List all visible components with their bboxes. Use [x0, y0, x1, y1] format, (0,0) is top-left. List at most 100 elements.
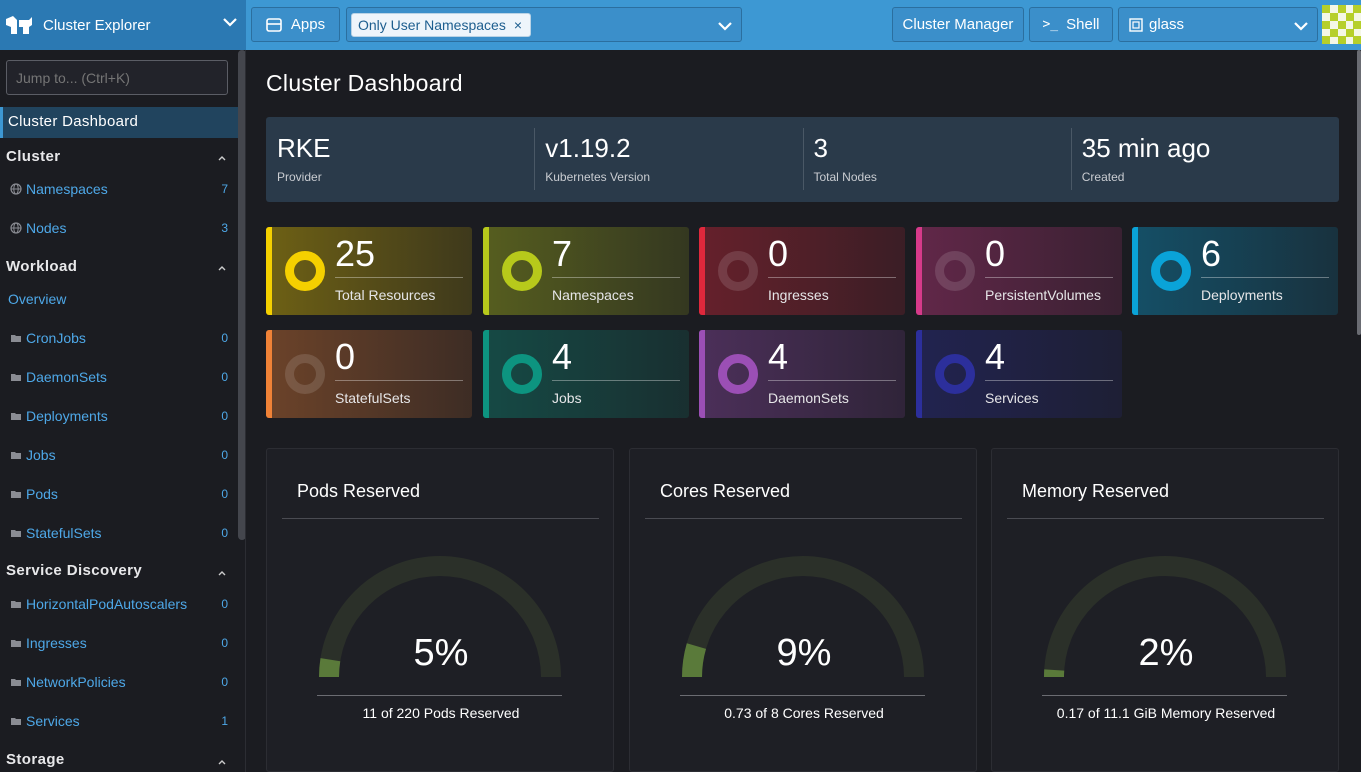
gauge-title: Cores Reserved	[660, 481, 791, 501]
sidebar-item-deployments[interactable]: Deployments 0	[10, 406, 232, 426]
sidebar-item-label: Jobs	[26, 447, 56, 463]
sidebar-item-count: 0	[221, 331, 228, 345]
tile-accent-bar	[266, 227, 272, 315]
folder-icon	[11, 335, 21, 342]
user-avatar[interactable]	[1322, 5, 1361, 44]
tile-divider	[335, 277, 463, 278]
tile-label: Services	[985, 390, 1039, 406]
tile-count: 4	[985, 336, 1006, 377]
sidebar-item-cronjobs[interactable]: CronJobs 0	[10, 328, 232, 348]
chevron-up-icon[interactable]	[217, 568, 227, 578]
chevron-up-icon[interactable]	[217, 153, 227, 163]
sidebar-item-namespaces[interactable]: Namespaces 7	[10, 179, 232, 199]
sidebar-item-jobs[interactable]: Jobs 0	[10, 445, 232, 465]
tile-accent-bar	[266, 330, 272, 418]
cluster-manager-label: Cluster Manager	[902, 16, 1014, 33]
sidebar-item-statefulsets[interactable]: StatefulSets 0	[10, 523, 232, 543]
tile-services[interactable]: 4 Services	[916, 330, 1122, 418]
apps-label: Apps	[290, 16, 326, 33]
sidebar-item-nodes[interactable]: Nodes 3	[10, 218, 232, 238]
gauge-detail: 0.17 of 11.1 GiB Memory Reserved	[1056, 705, 1276, 721]
folder-icon	[11, 601, 21, 608]
cluster-icon	[1129, 17, 1143, 32]
sidebar-item-horizontalpodautoscalers[interactable]: HorizontalPodAutoscalers 0	[10, 594, 232, 614]
fact-provider: RKE Provider	[266, 117, 534, 202]
sidebar-item-label: StatefulSets	[26, 525, 102, 541]
chevron-up-icon[interactable]	[217, 757, 227, 767]
group-storage-heading[interactable]: Storage	[6, 751, 65, 768]
gauge-percent: 5%	[413, 632, 469, 674]
ring-icon	[502, 354, 542, 394]
fact-value: RKE	[277, 133, 331, 163]
sidebar-item-ingresses[interactable]: Ingresses 0	[10, 633, 232, 653]
apps-button[interactable]: Apps	[251, 7, 340, 42]
gauge-baseline	[680, 695, 925, 696]
group-workload-heading[interactable]: Workload	[6, 258, 77, 275]
app-title: Cluster Explorer	[43, 16, 151, 34]
ring-icon	[718, 251, 758, 291]
group-service-discovery-heading[interactable]: Service Discovery	[6, 562, 142, 579]
tile-count: 4	[768, 336, 789, 377]
tile-divider	[1201, 277, 1329, 278]
sidebar-item-count: 0	[221, 675, 228, 689]
sidebar-item-services[interactable]: Services 1	[10, 711, 232, 731]
folder-icon	[11, 413, 21, 420]
tile-divider	[985, 380, 1113, 381]
sidebar-item-count: 1	[221, 714, 228, 728]
sidebar-item-count: 0	[221, 487, 228, 501]
tile-daemonsets[interactable]: 4 DaemonSets	[699, 330, 905, 418]
tile-ingresses[interactable]: 0 Ingresses	[699, 227, 905, 315]
tile-namespaces[interactable]: 7 Namespaces	[483, 227, 689, 315]
tile-label: Namespaces	[552, 287, 634, 303]
sidebar-item-daemonsets[interactable]: DaemonSets 0	[10, 367, 232, 387]
gauge-baseline	[1042, 695, 1287, 696]
remove-filter-icon[interactable]: ×	[514, 17, 522, 33]
namespace-filter-label: Only User Namespaces	[358, 17, 506, 33]
gauge-card-memory: Memory Reserved 2% 0.17 of 11.1 GiB Memo…	[991, 448, 1339, 772]
tile-total-resources[interactable]: 25 Total Resources	[266, 227, 472, 315]
sidebar-item-overview[interactable]: Overview	[8, 291, 66, 307]
cluster-manager-button[interactable]: Cluster Manager	[892, 7, 1024, 42]
globe-icon	[10, 183, 22, 195]
sidebar-item-label: Pods	[26, 486, 58, 502]
sidebar-item-label: HorizontalPodAutoscalers	[26, 596, 188, 612]
chevron-up-icon[interactable]	[217, 263, 227, 273]
sidebar-scrollbar[interactable]	[238, 50, 245, 540]
namespace-filter-select[interactable]: Only User Namespaces ×	[346, 7, 742, 42]
sidebar: Cluster Dashboard Cluster Namespaces 7 N…	[0, 50, 246, 772]
tile-accent-bar	[699, 227, 705, 315]
tile-jobs[interactable]: 4 Jobs	[483, 330, 689, 418]
tile-deployments[interactable]: 6 Deployments	[1132, 227, 1338, 315]
ring-icon	[285, 354, 325, 394]
gauge-card-cores: Cores Reserved 9% 0.73 of 8 Cores Reserv…	[629, 448, 977, 772]
cluster-explorer-menu[interactable]: Cluster Explorer	[0, 0, 246, 50]
sidebar-item-label: Nodes	[26, 220, 67, 236]
tile-statefulsets[interactable]: 0 StatefulSets	[266, 330, 472, 418]
group-cluster-heading[interactable]: Cluster	[6, 148, 60, 165]
fact-kubernetes-version: v1.19.2 Kubernetes Version	[534, 117, 802, 202]
cluster-select[interactable]: glass	[1118, 7, 1318, 42]
tile-persistentvolumes[interactable]: 0 PersistentVolumes	[916, 227, 1122, 315]
tile-divider	[985, 277, 1113, 278]
tile-divider	[552, 380, 680, 381]
folder-icon	[11, 374, 21, 381]
tile-accent-bar	[699, 330, 705, 418]
tile-accent-bar	[483, 330, 489, 418]
chevron-down-icon	[718, 22, 732, 31]
jump-to-input[interactable]	[6, 60, 228, 95]
tile-count: 0	[335, 336, 356, 377]
sidebar-item-networkpolicies[interactable]: NetworkPolicies 0	[10, 672, 232, 692]
fact-label: Kubernetes Version	[545, 170, 650, 184]
sidebar-item-label: NetworkPolicies	[26, 674, 126, 690]
ring-icon	[935, 251, 975, 291]
sidebar-item-label: Services	[26, 713, 80, 729]
fact-value: v1.19.2	[545, 133, 631, 163]
shell-button[interactable]: >_ Shell	[1029, 7, 1113, 42]
sidebar-item-pods[interactable]: Pods 0	[10, 484, 232, 504]
sidebar-item-count: 3	[221, 221, 228, 235]
sidebar-item-count: 0	[221, 526, 228, 540]
gauge-divider	[645, 518, 962, 519]
fact-value: 35 min ago	[1081, 133, 1211, 163]
sidebar-item-cluster-dashboard[interactable]: Cluster Dashboard	[0, 107, 238, 138]
main-scrollbar[interactable]	[1357, 50, 1361, 335]
